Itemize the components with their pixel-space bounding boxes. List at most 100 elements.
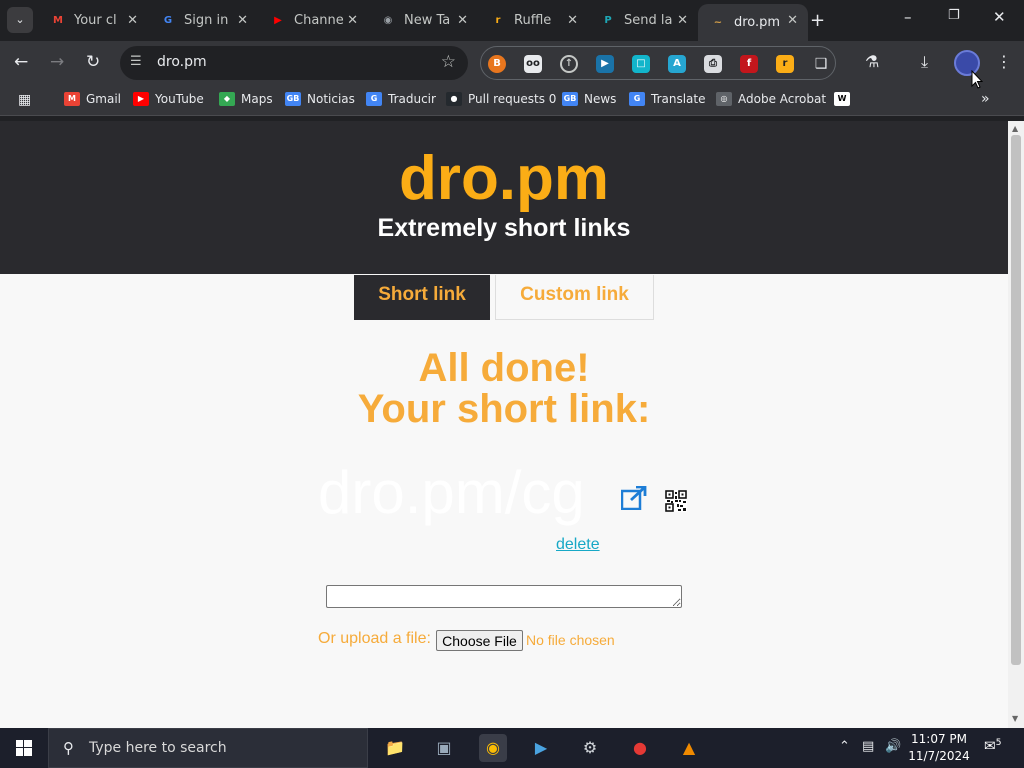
mouse-cursor-icon [971,70,983,89]
bookmark-item[interactable]: ▶ YouTube [133,92,204,106]
extension-orange-icon[interactable]: B [488,55,506,73]
browser-tab[interactable]: G Sign in ✕ [148,4,258,37]
bookmark-label: Maps [241,92,273,106]
extension-video-icon[interactable]: ▶ [596,55,614,73]
vlc-icon[interactable]: ▲ [675,734,703,762]
upload-label: Or upload a file: [318,630,431,647]
globe-icon: ◎ [716,92,732,106]
browser-tab[interactable]: ~ dro.pm ✕ [698,4,808,41]
reload-icon[interactable]: ↻ [86,52,100,72]
close-window-icon[interactable]: ✕ [993,8,1006,26]
browser-tab[interactable]: M Your cl ✕ [38,4,148,37]
bookmark-item[interactable]: ● Pull requests 0 [446,92,556,106]
browser-tab[interactable]: P Send la ✕ [588,4,698,37]
browser-tab[interactable]: ▶ Channe ✕ [258,4,368,37]
tab-title: Sign in [184,13,229,28]
tab-close-icon[interactable]: ✕ [237,13,248,28]
bookmark-item[interactable]: GB News [562,92,616,106]
tab-search-button[interactable]: ⌄ [7,7,33,33]
tab-close-icon[interactable]: ✕ [457,13,468,28]
site-info-icon[interactable]: ☰ [130,54,142,69]
scroll-down-icon[interactable]: ▼ [1012,714,1018,723]
short-link-text[interactable]: dro.pm/cg [318,458,585,527]
tab-close-icon[interactable]: ✕ [677,13,688,28]
tab-short-link[interactable]: Short link [354,275,490,320]
settings-gear-icon[interactable]: ⚙ [576,734,604,762]
qr-code-icon[interactable] [665,490,687,512]
remote-desktop-icon[interactable]: ▣ [430,734,458,762]
tab-close-icon[interactable]: ✕ [347,13,358,28]
browser-tab[interactable]: r Ruffle ✕ [478,4,588,37]
choose-file-button[interactable]: Choose File [436,630,523,651]
restore-icon[interactable]: ❐ [948,8,960,23]
bookmark-item[interactable]: G Traducir [366,92,436,106]
tab-close-icon[interactable]: ✕ [567,13,578,28]
bookmark-label: YouTube [155,92,204,106]
taskbar-search[interactable]: ⚲ Type here to search [48,728,368,768]
bookmark-item[interactable]: G Translate [629,92,706,106]
media-player-icon[interactable]: ▶ [527,734,555,762]
bookmarks-bar: ▦ M Gmail ▶ YouTube ◆ Maps GB Noticias G Traducir… [0,85,1024,116]
chrome-taskbar-icon[interactable]: ◉ [479,734,507,762]
tab-title: Your cl [74,13,117,28]
page-scrollbar[interactable]: ▲ ▼ [1008,121,1024,728]
back-icon[interactable]: ← [14,52,28,72]
tab-title: Ruffle [514,13,552,28]
tab-close-icon[interactable]: ✕ [787,13,798,28]
scroll-up-icon[interactable]: ▲ [1012,124,1018,133]
minimize-icon[interactable]: – [904,8,912,26]
site-header: dro.pm Extremely short links [0,121,1008,274]
bookmark-item[interactable]: ◎ Adobe Acrobat [716,92,826,106]
bookmark-label: Translate [651,92,706,106]
bookmarks-overflow-icon[interactable]: » [981,91,990,107]
delete-link[interactable]: delete [556,536,600,554]
site-logo[interactable]: dro.pm [0,143,1008,214]
tray-chevron-icon[interactable]: ⌃ [839,739,850,754]
search-placeholder[interactable]: Type here to search [89,740,227,756]
bookmark-label: Gmail [86,92,122,106]
link-input[interactable] [326,585,682,608]
taskbar-clock[interactable]: 11:07 PM 11/7/2024 [904,731,974,765]
extension-a-icon[interactable]: A [668,55,686,73]
labs-flask-icon[interactable]: ⚗ [865,52,879,71]
page-content: dro.pm Extremely short links Short link … [0,121,1008,728]
notifications-icon[interactable]: ✉5 [984,738,1001,755]
apps-grid-icon[interactable]: ▦ [18,92,31,108]
extension-glasses-icon[interactable]: oo [524,55,542,73]
menu-icon[interactable]: ⋮ [996,52,1012,71]
address-text[interactable]: dro.pm [157,54,207,70]
forward-icon[interactable]: → [50,52,64,72]
tab-close-icon[interactable]: ✕ [127,13,138,28]
windows-start-icon[interactable] [0,728,48,768]
extension-printer-icon[interactable]: ⎙ [704,55,722,73]
extensions-puzzle-icon[interactable]: ❑ [812,55,830,73]
bookmark-item[interactable]: GB Noticias [285,92,355,106]
extension-arrow-icon[interactable]: ↑ [560,55,578,73]
extension-flash-icon[interactable]: f [740,55,758,73]
network-icon[interactable]: ▤ [862,739,874,754]
volume-icon[interactable]: 🔊 [885,739,901,754]
record-icon[interactable]: ● [626,734,654,762]
extension-ruffle-icon[interactable]: r [776,55,794,73]
bookmark-item[interactable]: W [834,92,856,106]
bookmark-item[interactable]: ◆ Maps [219,92,273,106]
tab-title: New Ta [404,13,451,28]
youtube-icon: ▶ [274,14,282,26]
clock-date: 11/7/2024 [908,749,970,763]
file-explorer-icon[interactable]: 📁 [381,734,409,762]
browser-tab[interactable]: ◉ New Ta ✕ [368,4,478,37]
short-link-heading: Your short link: [357,387,651,431]
download-icon[interactable]: ⤓ [921,52,928,72]
open-link-icon[interactable] [621,486,647,510]
extension-square-icon[interactable]: □ [632,55,650,73]
news-icon: GB [562,92,578,106]
address-bar[interactable]: ☰ dro.pm ☆ [120,46,468,80]
bookmark-star-icon[interactable]: ☆ [441,52,456,72]
bookmark-item[interactable]: M Gmail [64,92,121,106]
scrollbar-thumb[interactable] [1011,135,1021,665]
gmail-icon: M [64,92,80,106]
bookmark-label: Pull requests 0 [468,92,557,106]
new-tab-button[interactable]: + [810,10,825,31]
translate-icon: G [629,92,645,106]
tab-custom-link[interactable]: Custom link [495,275,654,320]
